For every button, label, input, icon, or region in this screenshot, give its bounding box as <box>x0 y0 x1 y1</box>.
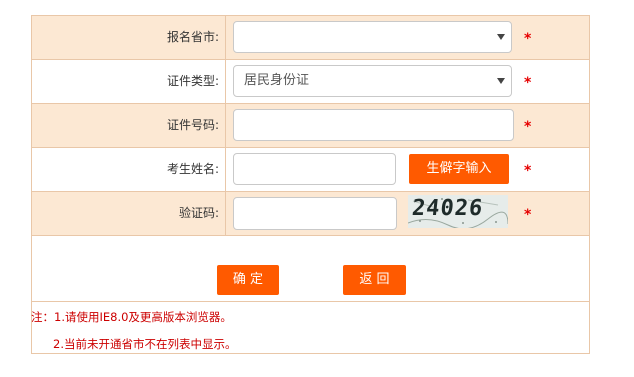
id-number-label: 证件号码: <box>32 104 226 147</box>
required-mark: * <box>524 75 532 91</box>
province-row: 报名省市: * <box>32 16 589 60</box>
captcha-code: 24026 <box>410 196 485 221</box>
required-mark: * <box>524 119 532 135</box>
rare-char-input-button[interactable]: 生僻字输入 <box>409 154 509 184</box>
divider <box>32 301 589 302</box>
captcha-label: 验证码: <box>32 192 226 235</box>
id-number-row: 证件号码: * <box>32 104 589 148</box>
chevron-down-icon <box>497 34 505 40</box>
name-input[interactable] <box>233 153 396 185</box>
captcha-image[interactable]: 24026 <box>408 195 508 228</box>
note-line-2: 2.当前未开通省市不在列表中显示。 <box>53 337 237 351</box>
back-button[interactable]: 返 回 <box>343 265 406 295</box>
required-mark: * <box>524 163 532 179</box>
captcha-row: 验证码: 24026 * <box>32 192 589 236</box>
id-type-select[interactable]: 居民身份证 <box>233 65 512 97</box>
id-number-input[interactable] <box>233 109 514 141</box>
province-select[interactable] <box>233 21 512 53</box>
note-line-1: 注：1.请使用IE8.0及更高版本浏览器。 <box>31 310 232 324</box>
id-type-select-value: 居民身份证 <box>244 73 310 88</box>
id-type-label: 证件类型: <box>32 60 226 103</box>
id-type-row: 证件类型: 居民身份证 * <box>32 60 589 104</box>
province-label: 报名省市: <box>32 16 226 59</box>
name-row: 考生姓名: 生僻字输入 * <box>32 148 589 192</box>
required-mark: * <box>524 31 532 47</box>
confirm-button[interactable]: 确 定 <box>217 265 279 295</box>
chevron-down-icon <box>497 78 505 84</box>
registration-form: 报名省市: * 证件类型: 居民身份证 * 证件号码: * 考生姓名: 生僻字输… <box>31 15 590 354</box>
required-mark: * <box>524 207 532 223</box>
captcha-input[interactable] <box>233 197 397 230</box>
name-label: 考生姓名: <box>32 148 226 191</box>
